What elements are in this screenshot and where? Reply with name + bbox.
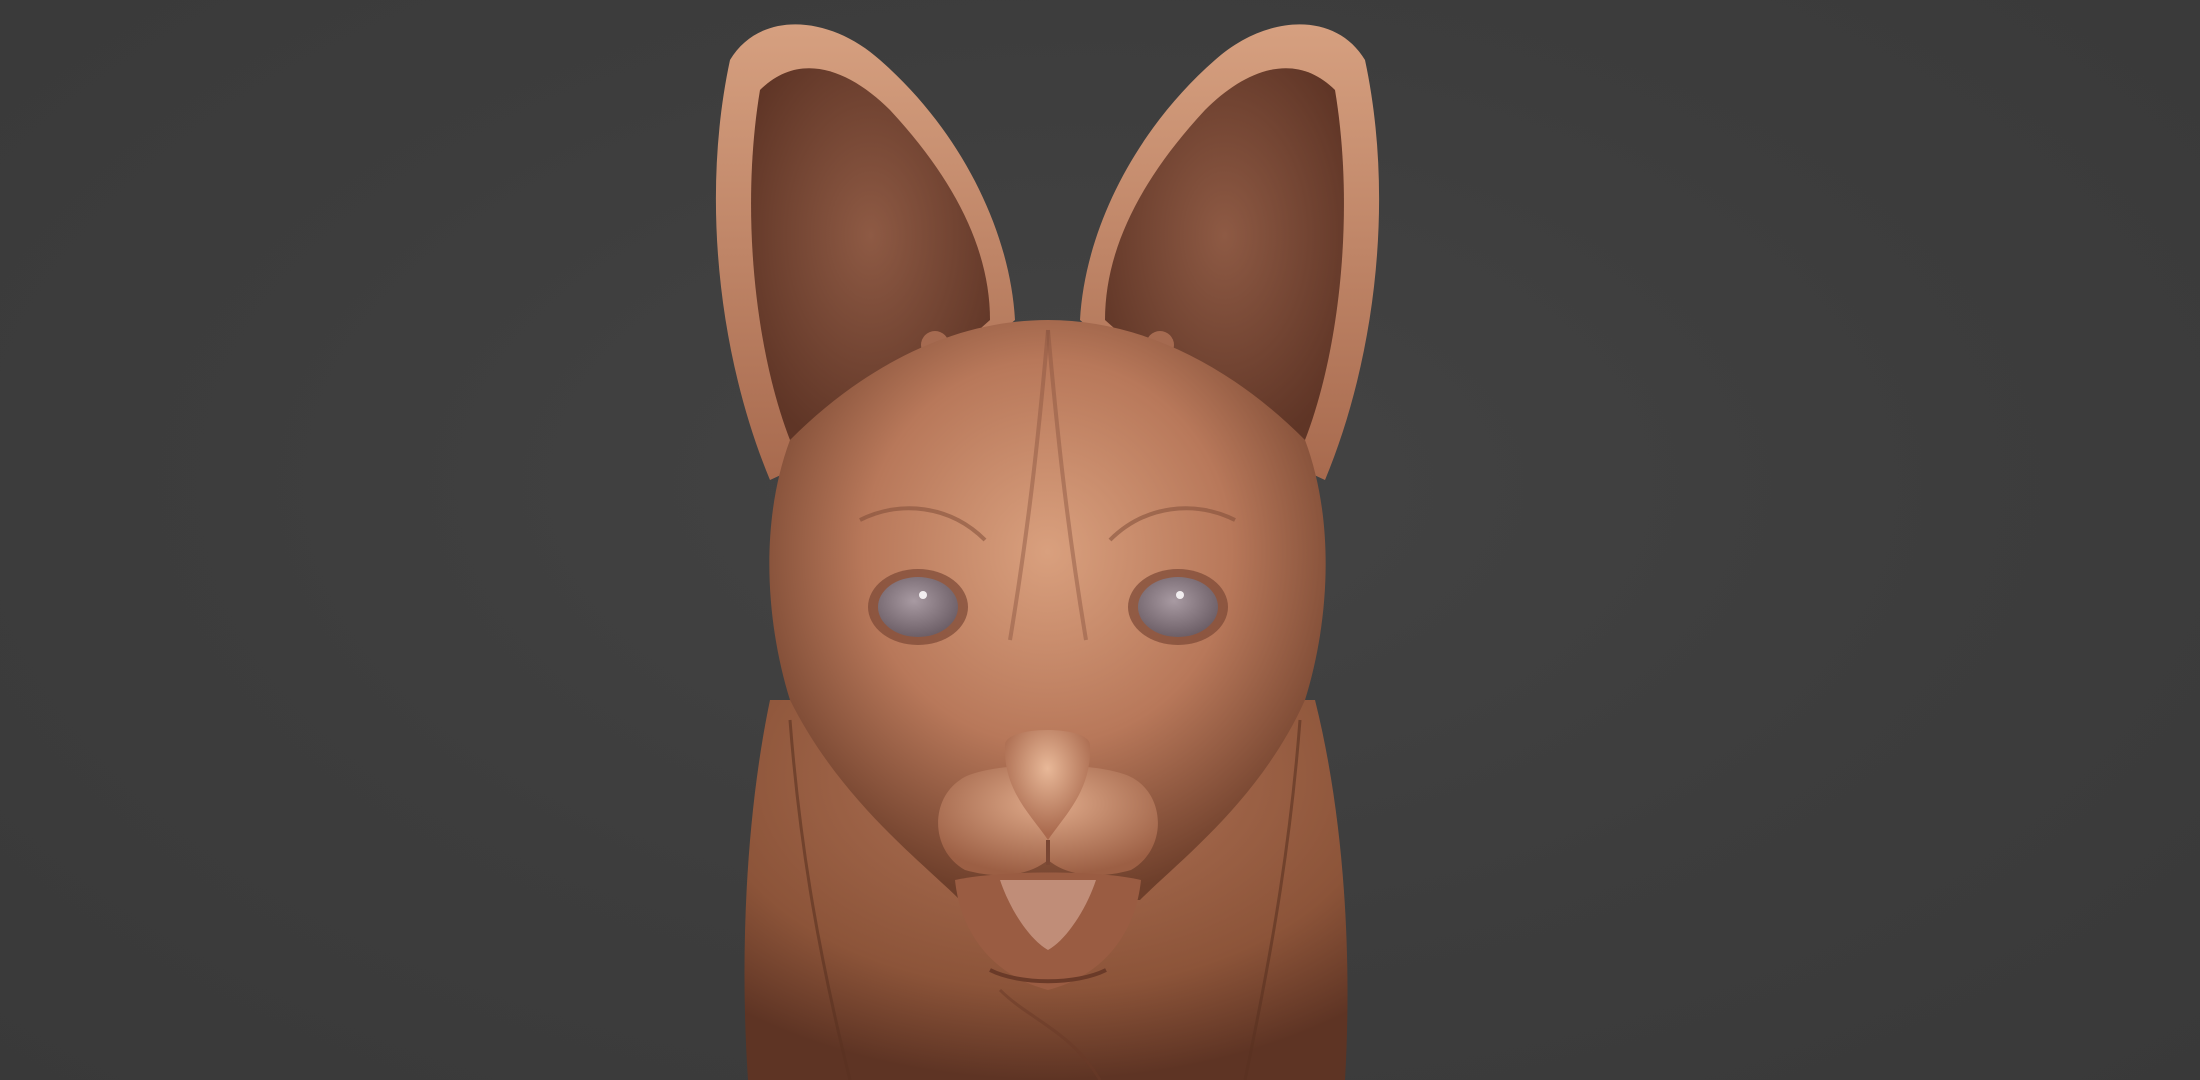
right-eye-icon [1128,569,1228,645]
serval-head-sculpt-icon [715,24,1380,1080]
left-eye-icon [868,569,968,645]
sculpt-viewport[interactable] [0,0,2200,1080]
